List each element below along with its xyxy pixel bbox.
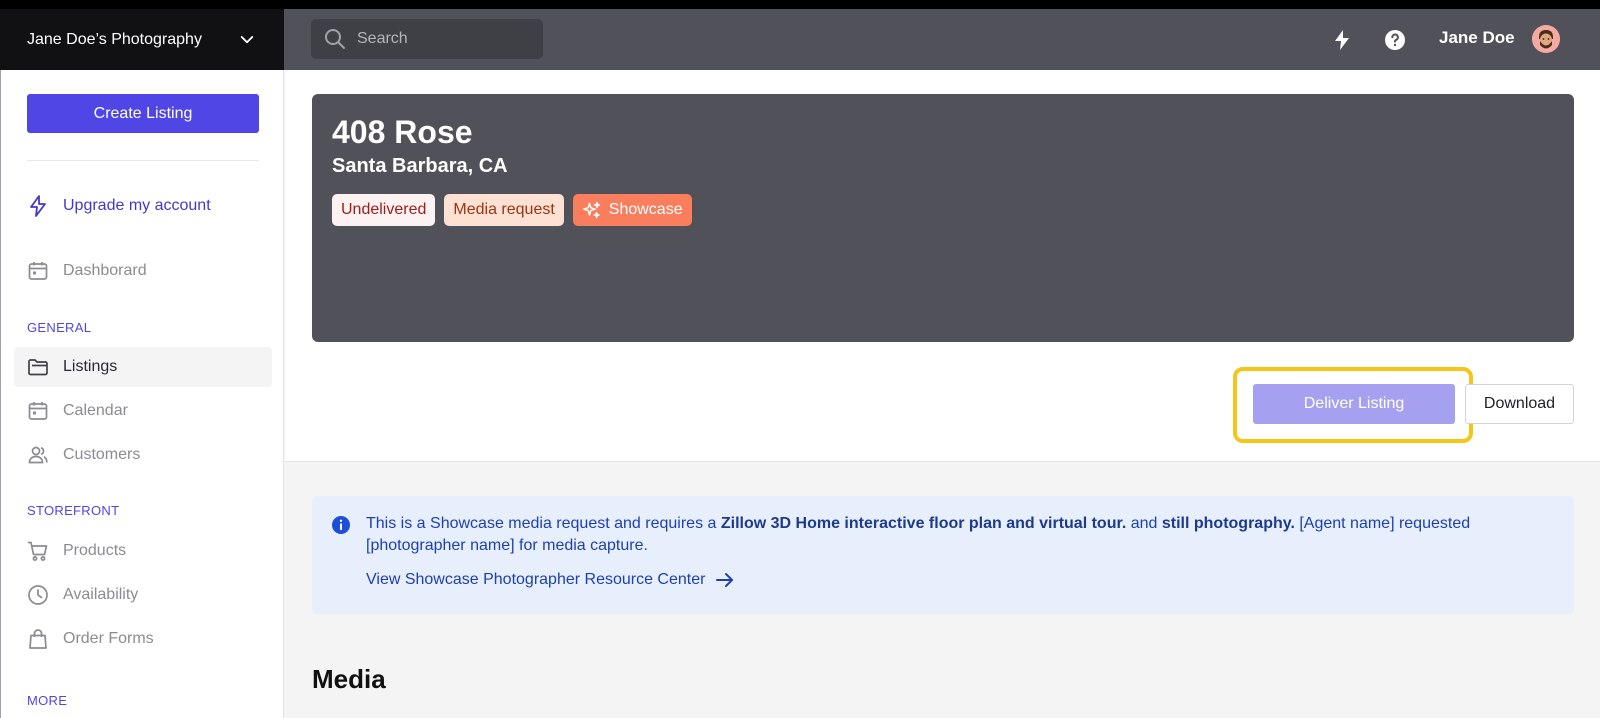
deliver-listing-button[interactable]: Deliver Listing: [1253, 384, 1455, 424]
shopping-bag-icon: [29, 629, 47, 649]
sidebar-item-label: Dashborard: [63, 262, 147, 279]
download-button[interactable]: Download: [1465, 384, 1574, 424]
sidebar-item-label: Products: [63, 542, 127, 559]
undelivered-badge: Undelivered: [332, 194, 436, 226]
top-bar: Jane Doe’s Photography Jane Doe: [0, 9, 1600, 70]
calendar-icon: [28, 262, 48, 280]
sidebar-item-label: Order Forms: [63, 630, 154, 647]
calendar-icon: [28, 402, 48, 420]
info-text-part: and: [1126, 515, 1162, 532]
sidebar-item-availability[interactable]: Availability: [14, 575, 272, 615]
search-icon: [325, 29, 345, 49]
sidebar-item-label: Calendar: [63, 402, 128, 419]
avatar-face-icon: [1532, 25, 1560, 53]
search-box[interactable]: [311, 19, 543, 59]
sidebar-item-listings[interactable]: Listings: [14, 347, 272, 387]
sidebar: Create Listing Upgrade my account Dashbo…: [0, 70, 284, 718]
info-text-bold: still photography.: [1161, 515, 1295, 532]
section-label-general: GENERAL: [27, 320, 92, 335]
resource-center-link-label: View Showcase Photographer Resource Cent…: [366, 571, 706, 588]
section-label-more: MORE: [27, 693, 68, 708]
listing-location: Santa Barbara, CA: [332, 155, 508, 177]
sidebar-item-calendar[interactable]: Calendar: [14, 391, 272, 431]
sparkles-icon: [582, 201, 600, 219]
info-text-bold: Zillow 3D Home interactive floor plan an…: [720, 515, 1127, 532]
listing-badges: Undelivered Media request Showcase: [332, 194, 692, 226]
listing-title: 408 Rose: [332, 114, 473, 150]
clock-icon: [28, 585, 48, 605]
brand-name: Jane Doe’s Photography: [27, 30, 202, 48]
lightning-icon: [30, 195, 46, 217]
sidebar-item-order-forms[interactable]: Order Forms: [14, 619, 272, 659]
media-request-badge: Media request: [444, 194, 564, 226]
resource-center-link[interactable]: View Showcase Photographer Resource Cent…: [366, 568, 737, 592]
sidebar-item-label: Listings: [63, 358, 118, 375]
user-name[interactable]: Jane Doe: [1439, 28, 1515, 48]
cart-icon: [27, 541, 48, 561]
info-text-part: This is a Showcase media request and req…: [366, 515, 721, 532]
media-section-title: Media: [312, 664, 386, 694]
sidebar-divider: [27, 160, 259, 161]
sidebar-item-dashboard[interactable]: Dashborard: [14, 251, 272, 291]
showcase-badge: Showcase: [572, 194, 692, 226]
folder-icon: [28, 359, 48, 376]
lightning-icon[interactable]: [1330, 28, 1354, 52]
showcase-info-banner: This is a Showcase media request and req…: [312, 496, 1574, 614]
sidebar-item-label: Customers: [63, 446, 141, 463]
account-switcher[interactable]: Jane Doe’s Photography: [0, 9, 284, 70]
arrow-right-icon: [716, 573, 734, 587]
search-input[interactable]: [357, 30, 527, 48]
info-banner-text: This is a Showcase media request and req…: [366, 513, 1546, 557]
showcase-badge-label: Showcase: [608, 201, 683, 218]
sidebar-item-label: Upgrade my account: [63, 197, 211, 214]
sidebar-item-label: Availability: [63, 586, 139, 603]
create-listing-button[interactable]: Create Listing: [27, 94, 259, 133]
sidebar-item-customers[interactable]: Customers: [14, 435, 272, 475]
section-label-storefront: STOREFRONT: [27, 503, 120, 518]
users-icon: [28, 446, 48, 464]
listing-hero-card: 408 Rose Santa Barbara, CA Undelivered M…: [312, 94, 1574, 342]
sidebar-item-products[interactable]: Products: [14, 531, 272, 571]
chevron-down-icon: [240, 36, 254, 44]
help-icon[interactable]: [1383, 28, 1407, 52]
info-icon: [332, 516, 350, 534]
sidebar-item-upgrade[interactable]: Upgrade my account: [14, 186, 272, 226]
user-avatar[interactable]: [1532, 25, 1560, 53]
